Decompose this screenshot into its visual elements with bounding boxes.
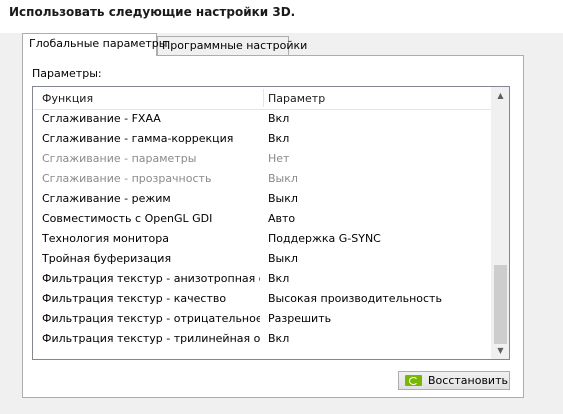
function-name: Совместимость с OpenGL GDI — [42, 212, 213, 225]
settings-row[interactable]: Тройная буферизация Выкл — [33, 249, 492, 269]
parameter-value[interactable]: Поддержка G-SYNC — [268, 232, 488, 245]
function-name: Сглаживание - прозрачность — [42, 172, 212, 185]
settings-row[interactable]: Сглаживание - FXAA Вкл — [33, 109, 492, 129]
column-header-function[interactable]: Функция — [42, 92, 93, 105]
tab-global-settings[interactable]: Глобальные параметры — [22, 33, 167, 56]
parameter-value[interactable]: Вкл — [268, 132, 488, 145]
restore-button-label: Восстановить — [428, 374, 508, 387]
parameter-value[interactable]: Разрешить — [268, 312, 488, 325]
tab-panel: Параметры: Функция Параметр Сглаживание … — [22, 55, 524, 398]
settings-window: Использовать следующие настройки 3D. Гло… — [0, 0, 563, 414]
list-header: Функция Параметр — [33, 87, 492, 110]
function-name: Фильтрация текстур - отрицательное о... — [42, 312, 260, 325]
vertical-scrollbar[interactable]: ▲ ▼ — [491, 87, 509, 359]
parameter-value[interactable]: Выкл — [268, 192, 488, 205]
settings-row[interactable]: Сглаживание - гамма-коррекция Вкл — [33, 129, 492, 149]
settings-row[interactable]: Фильтрация текстур - трилинейная опт... … — [33, 329, 492, 349]
function-name: Фильтрация текстур - анизотропная оп... — [42, 272, 260, 285]
tab-program-settings[interactable]: Программные настройки — [157, 36, 307, 56]
parameters-label: Параметры: — [32, 67, 102, 80]
nvidia-logo-icon — [405, 375, 422, 386]
settings-row[interactable]: Совместимость с OpenGL GDI Авто — [33, 209, 492, 229]
column-header-parameter[interactable]: Параметр — [268, 92, 325, 105]
arrow-down-icon[interactable]: ▼ — [492, 342, 509, 359]
restore-button[interactable]: Восстановить — [398, 371, 510, 390]
header-area: Использовать следующие настройки 3D. — [0, 0, 563, 33]
function-name: Фильтрация текстур - качество — [42, 292, 227, 305]
settings-row[interactable]: Фильтрация текстур - качество Высокая пр… — [33, 289, 492, 309]
settings-row[interactable]: Сглаживание - режим Выкл — [33, 189, 492, 209]
settings-row-disabled: Сглаживание - параметры Нет — [33, 149, 492, 169]
parameter-value[interactable]: Авто — [268, 212, 488, 225]
function-name: Сглаживание - гамма-коррекция — [42, 132, 234, 145]
settings-row[interactable]: Технология монитора Поддержка G-SYNC — [33, 229, 492, 249]
parameter-value: Выкл — [268, 172, 298, 185]
function-name: Сглаживание - FXAA — [42, 112, 161, 125]
scrollbar-thumb[interactable] — [494, 265, 507, 344]
parameter-value[interactable]: Вкл — [268, 332, 488, 345]
parameter-value[interactable]: Выкл — [268, 252, 488, 265]
settings-list: Функция Параметр Сглаживание - FXAA Вкл … — [32, 86, 510, 360]
parameter-value[interactable]: Вкл — [268, 272, 488, 285]
parameter-value[interactable]: Вкл — [268, 112, 488, 125]
parameter-value: Нет — [268, 152, 290, 165]
function-name: Сглаживание - параметры — [42, 152, 197, 165]
page-heading: Использовать следующие настройки 3D. — [9, 5, 296, 19]
settings-row[interactable]: Фильтрация текстур - анизотропная оп... … — [33, 269, 492, 289]
parameter-value[interactable]: Высокая производительность — [268, 292, 488, 305]
arrow-up-icon[interactable]: ▲ — [492, 87, 509, 104]
function-name: Сглаживание - режим — [42, 192, 171, 205]
function-name: Фильтрация текстур - трилинейная опт... — [42, 332, 260, 345]
settings-row[interactable]: Фильтрация текстур - отрицательное о... … — [33, 309, 492, 329]
function-name: Технология монитора — [42, 232, 169, 245]
function-name: Тройная буферизация — [42, 252, 172, 265]
settings-row-disabled: Сглаживание - прозрачность Выкл — [33, 169, 492, 189]
column-divider[interactable] — [263, 89, 264, 107]
